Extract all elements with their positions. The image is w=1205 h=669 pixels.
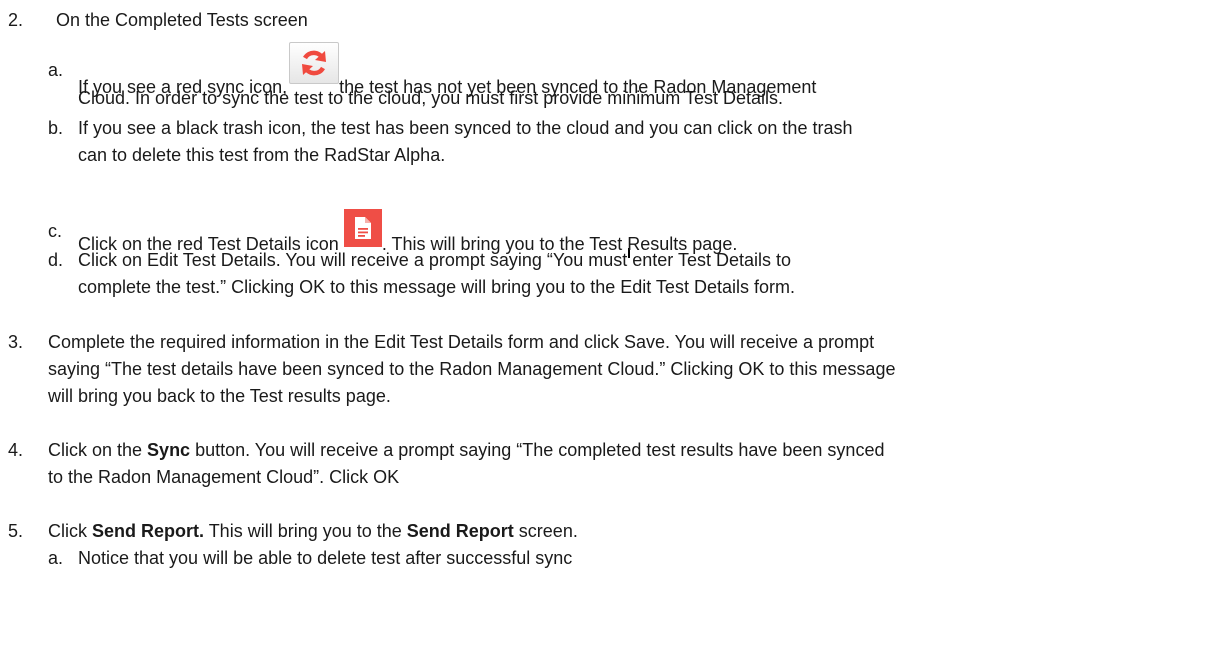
step-text-pre: Click on the xyxy=(48,440,148,460)
step-2d-line-2: complete the test.” Clicking OK to this … xyxy=(78,277,795,297)
step-4-line-1: 4. Click on the Sync button. You will re… xyxy=(8,438,884,462)
item-text: Notice that you will be able to delete t… xyxy=(78,548,573,568)
step-text-post: screen. xyxy=(513,521,578,541)
item-letter: a. xyxy=(48,60,64,80)
item-text: Click on Edit Test Details. You will rec… xyxy=(78,250,792,270)
item-letter: d. xyxy=(48,250,64,270)
step-4-line-2: to the Radon Management Cloud”. Click OK xyxy=(48,467,400,487)
step-3-line-3: will bring you back to the Test results … xyxy=(48,386,391,406)
step-5a-line: a. Notice that you will be able to delet… xyxy=(48,546,572,570)
document-icon xyxy=(343,209,382,247)
step-text-pre: Click xyxy=(48,521,92,541)
step-2c-line: c. Click on the red Test Details icon . … xyxy=(48,209,737,254)
item-text: If you see a black trash icon, the test … xyxy=(78,118,853,138)
item-letter: a. xyxy=(48,548,64,568)
send-report-screen-label: Send Report xyxy=(406,521,514,541)
step-3-line-1: 3. Complete the required information in … xyxy=(8,330,874,354)
step-text: Complete the required information in the… xyxy=(48,332,875,352)
item-letter: c. xyxy=(48,221,63,241)
step-text-post: button. You will receive a prompt saying… xyxy=(190,440,885,460)
step-number: 2. xyxy=(8,10,24,30)
sync-icon xyxy=(289,42,340,84)
step-2b-line-2: can to delete this test from the RadStar… xyxy=(78,145,446,165)
step-5-line-1: 5. Click Send Report. This will bring yo… xyxy=(8,519,578,543)
step-number: 5. xyxy=(8,521,24,541)
send-report-label: Send Report. xyxy=(92,521,205,541)
step-2d-line-1: d. Click on Edit Test Details. You will … xyxy=(48,248,791,272)
sync-button-label: Sync xyxy=(147,440,191,460)
step-2a-line-2: Cloud. In order to sync the test to the … xyxy=(78,88,783,108)
step-2b-line-1: b. If you see a black trash icon, the te… xyxy=(48,116,852,140)
step-number: 3. xyxy=(8,332,24,352)
step-3-line-2: saying “The test details have been synce… xyxy=(48,359,896,379)
step-2a-line-1: a. If you see a red sync icon, the test … xyxy=(48,42,816,97)
step-title: On the Completed Tests screen xyxy=(56,10,308,30)
item-letter: b. xyxy=(48,118,64,138)
step-text-mid: This will bring you to the xyxy=(204,521,407,541)
step-2-heading: 2. On the Completed Tests screen xyxy=(8,8,308,32)
step-number: 4. xyxy=(8,440,24,460)
